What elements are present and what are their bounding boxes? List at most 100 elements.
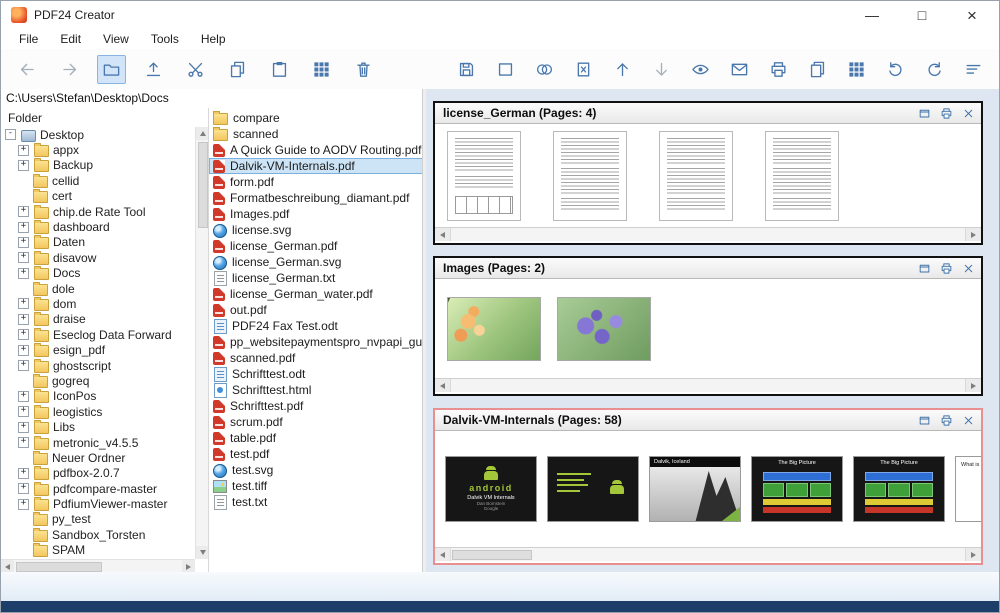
file-item-license-svg[interactable]: license.svg (209, 222, 423, 238)
file-item-scanned[interactable]: scanned (209, 126, 423, 142)
import-file-button[interactable] (139, 55, 168, 84)
file-item-table-pdf[interactable]: table.pdf (209, 430, 423, 446)
tree-item-pdfcompare-master[interactable]: +pdfcompare-master (1, 481, 195, 496)
file-item-license-german-pdf[interactable]: license_German.pdf (209, 238, 423, 254)
tree-item-dole[interactable]: dole (1, 281, 195, 296)
compress-button[interactable] (959, 55, 988, 84)
tree-item-sandbox-torsten[interactable]: Sandbox_Torsten (1, 527, 195, 542)
expand-icon[interactable]: + (18, 329, 29, 340)
expand-icon[interactable]: + (18, 422, 29, 433)
menu-view[interactable]: View (92, 30, 140, 48)
tree-item-daten[interactable]: +Daten (1, 235, 195, 250)
expand-icon[interactable]: + (18, 391, 29, 402)
tree-item-metronic-v4-5-5[interactable]: +metronic_v4.5.5 (1, 435, 195, 450)
file-item-compare[interactable]: compare (209, 110, 423, 126)
forward-button[interactable] (55, 55, 84, 84)
print-document-button[interactable] (939, 413, 954, 428)
tree-item-py-test[interactable]: py_test (1, 512, 195, 527)
open-folder-button[interactable] (97, 55, 126, 84)
expand-icon[interactable]: + (18, 268, 29, 279)
file-item-license-german-svg[interactable]: license_German.svg (209, 254, 423, 270)
tree-vertical-scrollbar[interactable] (195, 127, 209, 559)
collapse-icon[interactable]: - (5, 129, 16, 140)
tree-item-ghostscript[interactable]: +ghostscript (1, 358, 195, 373)
expand-icon[interactable]: + (18, 360, 29, 371)
document-panel-dalvik-vm-internals[interactable]: Dalvik-VM-Internals (Pages: 58)androidDa… (433, 408, 983, 565)
delete-button[interactable] (349, 55, 378, 84)
file-item-schrifttest-html[interactable]: Schrifttest.html (209, 382, 423, 398)
tree-horizontal-scrollbar[interactable] (1, 559, 195, 573)
tree-item-iconpos[interactable]: +IconPos (1, 389, 195, 404)
page-thumbnail[interactable] (765, 131, 839, 221)
close-document-button[interactable] (961, 413, 976, 428)
scroll-right-button[interactable] (965, 228, 981, 241)
file-item-scrum-pdf[interactable]: scrum.pdf (209, 414, 423, 430)
slide-thumbnail[interactable] (547, 456, 639, 522)
minimize-document-button[interactable] (917, 413, 932, 428)
file-item-out-pdf[interactable]: out.pdf (209, 302, 423, 318)
slide-thumbnail[interactable]: The Big Picture (751, 456, 843, 522)
minimize-document-button[interactable] (917, 106, 932, 121)
file-item-test-txt[interactable]: test.txt (209, 494, 423, 510)
file-item-images-pdf[interactable]: Images.pdf (209, 206, 423, 222)
expand-icon[interactable]: + (18, 206, 29, 217)
tree-item-esign-pdf[interactable]: +esign_pdf (1, 342, 195, 357)
tree-item-dom[interactable]: +dom (1, 296, 195, 311)
preview-button[interactable] (686, 55, 715, 84)
file-item-a-quick-guide-to-aodv-routing-pdf[interactable]: A Quick Guide to AODV Routing.pdf (209, 142, 423, 158)
file-item-pp-websitepaymentspro-nvpapi-guid[interactable]: pp_websitepaymentspro_nvpapi_guid (209, 334, 423, 350)
minimize-window-button[interactable]: — (863, 8, 881, 22)
scroll-left-button[interactable] (435, 548, 451, 561)
copy-button[interactable] (223, 55, 252, 84)
print-button[interactable] (764, 55, 793, 84)
tree-item-chip-de-rate-tool[interactable]: +chip.de Rate Tool (1, 204, 195, 219)
expand-icon[interactable]: + (18, 145, 29, 156)
tree-item-spam[interactable]: SPAM (1, 543, 195, 558)
extract-pages-button[interactable] (803, 55, 832, 84)
tree-item-dashboard[interactable]: +dashboard (1, 219, 195, 234)
purple-flowers-photo[interactable] (557, 297, 651, 361)
blank-page-button[interactable] (491, 55, 520, 84)
file-item-license-german-water-pdf[interactable]: license_German_water.pdf (209, 286, 423, 302)
file-item-form-pdf[interactable]: form.pdf (209, 174, 423, 190)
merge-button[interactable] (530, 55, 559, 84)
print-document-button[interactable] (939, 261, 954, 276)
file-item-test-pdf[interactable]: test.pdf (209, 446, 423, 462)
back-button[interactable] (13, 55, 42, 84)
page-thumbnail[interactable] (659, 131, 733, 221)
orange-blossom-photo[interactable] (447, 297, 541, 361)
page-thumbnail[interactable] (447, 131, 521, 221)
horizontal-scrollbar[interactable] (435, 378, 981, 392)
tree-item-docs[interactable]: +Docs (1, 266, 195, 281)
tree-item-cellid[interactable]: cellid (1, 173, 195, 188)
scroll-left-button[interactable] (435, 379, 451, 392)
expand-icon[interactable]: + (18, 437, 29, 448)
tree-item-backup[interactable]: +Backup (1, 158, 195, 173)
minimize-document-button[interactable] (917, 261, 932, 276)
tree-item-draise[interactable]: +draise (1, 312, 195, 327)
file-item-pdf24-fax-test-odt[interactable]: PDF24 Fax Test.odt (209, 318, 423, 334)
scroll-left-button[interactable] (435, 228, 451, 241)
scrollbar-thumb[interactable] (198, 142, 208, 228)
expand-icon[interactable]: + (18, 499, 29, 510)
tree-item-leogistics[interactable]: +leogistics (1, 404, 195, 419)
close-window-button[interactable]: × (963, 7, 981, 24)
move-up-button[interactable] (608, 55, 637, 84)
move-down-button[interactable] (647, 55, 676, 84)
expand-icon[interactable]: + (18, 468, 29, 479)
paste-button[interactable] (265, 55, 294, 84)
tree-item-disavow[interactable]: +disavow (1, 250, 195, 265)
close-document-button[interactable] (961, 261, 976, 276)
document-panel-license-german[interactable]: license_German (Pages: 4) (433, 101, 983, 245)
document-panel-images[interactable]: Images (Pages: 2) (433, 256, 983, 396)
slide-thumbnail[interactable]: The Big Picture (853, 456, 945, 522)
page-grid-button[interactable] (307, 55, 336, 84)
slide-thumbnail[interactable]: What is th (955, 456, 981, 522)
tree-item-cert[interactable]: cert (1, 189, 195, 204)
horizontal-scrollbar[interactable] (435, 227, 981, 241)
slide-thumbnail[interactable]: androidDalvik VM InternalsDan BornsteinG… (445, 456, 537, 522)
scrollbar-thumb[interactable] (452, 550, 532, 560)
cut-button[interactable] (181, 55, 210, 84)
tree-item-pdfiumviewer-master[interactable]: +PdfiumViewer-master (1, 496, 195, 511)
file-item-formatbeschreibung-diamant-pdf[interactable]: Formatbeschreibung_diamant.pdf (209, 190, 423, 206)
